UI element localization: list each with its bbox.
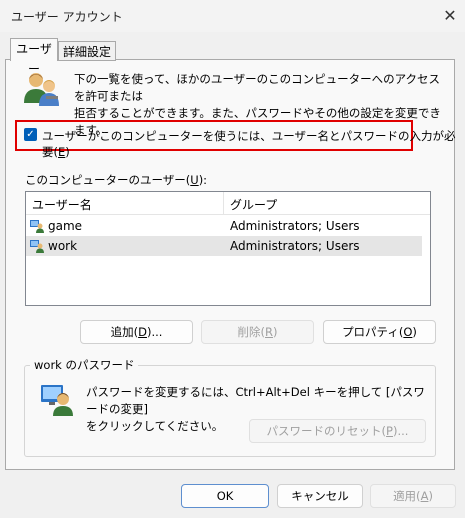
remove-button[interactable]: 削除(R)	[201, 320, 314, 344]
table-row[interactable]: game Administrators; Users	[26, 216, 422, 236]
username-cell: game	[48, 219, 83, 233]
column-header-username[interactable]: ユーザー名	[32, 196, 92, 213]
description-line-1: 下の一覧を使って、ほかのユーザーのこのコンピューターへのアクセスを許可または	[74, 72, 441, 103]
group-cell: Administrators; Users	[230, 219, 360, 233]
apply-button[interactable]: 適用(A)	[370, 484, 456, 508]
properties-button[interactable]: プロパティ(O)	[323, 320, 436, 344]
reset-password-button[interactable]: パスワードのリセット(P)...	[249, 419, 426, 443]
close-icon[interactable]: ✕	[440, 6, 460, 26]
column-separator[interactable]	[223, 192, 224, 214]
tab-advanced[interactable]: 詳細設定	[58, 41, 116, 61]
table-row-selected[interactable]: work Administrators; Users	[26, 236, 422, 256]
user-monitor-icon	[41, 385, 73, 416]
tab-users[interactable]: ユーザー	[10, 38, 58, 76]
user-icon	[30, 220, 44, 233]
password-group-title: work のパスワード	[30, 357, 139, 373]
add-button[interactable]: 追加(D)...	[80, 320, 193, 344]
require-password-label[interactable]: ユーザーがこのコンピューターを使うには、ユーザー名とパスワードの入力が必要(E)	[42, 128, 465, 160]
users-list-label: このコンピューターのユーザー(U):	[25, 173, 208, 187]
users-listview[interactable]: ユーザー名 グループ game Administrators; Users wo…	[25, 191, 431, 306]
ok-button[interactable]: OK	[181, 484, 269, 508]
listview-header: ユーザー名 グループ	[26, 192, 430, 215]
username-cell: work	[48, 239, 78, 253]
password-instructions-line-1: パスワードを変更するには、Ctrl+Alt+Del キーを押して [パスワードの…	[86, 385, 425, 416]
require-password-checkbox[interactable]: ✓	[24, 128, 37, 141]
column-header-group[interactable]: グループ	[230, 196, 277, 213]
tab-advanced-label: 詳細設定	[62, 45, 111, 59]
user-icon	[30, 240, 44, 253]
group-cell: Administrators; Users	[230, 239, 360, 253]
window-title: ユーザー アカウント	[11, 10, 123, 24]
cancel-button[interactable]: キャンセル	[277, 484, 363, 508]
